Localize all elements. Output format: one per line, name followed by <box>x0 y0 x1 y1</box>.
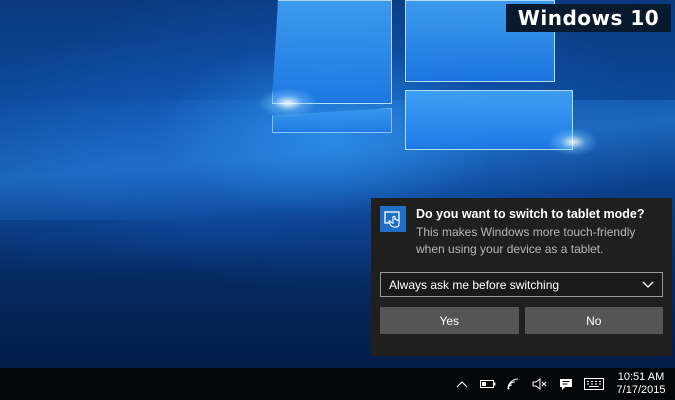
dropdown-selected-value: Always ask me before switching <box>389 277 560 292</box>
system-tray: 10:51 AM 7/17/2015 <box>449 368 669 400</box>
tablet-mode-icon <box>380 206 406 232</box>
taskbar: 10:51 AM 7/17/2015 <box>0 368 675 400</box>
clock[interactable]: 10:51 AM 7/17/2015 <box>613 371 669 397</box>
volume-muted-icon[interactable] <box>527 368 553 400</box>
yes-button[interactable]: Yes <box>380 307 519 334</box>
notification-title: Do you want to switch to tablet mode? <box>416 207 645 221</box>
wallpaper-glow <box>548 128 598 156</box>
no-button[interactable]: No <box>524 307 663 334</box>
switch-behavior-dropdown[interactable]: Always ask me before switching <box>380 272 663 297</box>
chevron-down-icon <box>642 278 654 292</box>
notification-header: Do you want to switch to tablet mode? Th… <box>380 206 663 258</box>
windows-10-watermark: Windows 10 <box>506 4 671 32</box>
clock-date: 7/17/2015 <box>616 384 666 396</box>
battery-icon[interactable] <box>475 368 501 400</box>
notification-body: This makes Windows more touch-friendly w… <box>416 225 636 256</box>
keyboard-icon[interactable] <box>579 368 609 400</box>
clock-time: 10:51 AM <box>617 371 665 383</box>
action-center-icon[interactable] <box>553 368 579 400</box>
chevron-up-icon[interactable] <box>449 368 475 400</box>
tablet-mode-notification: Do you want to switch to tablet mode? Th… <box>371 198 672 356</box>
notification-buttons: Yes No <box>380 307 663 334</box>
wifi-icon[interactable] <box>501 368 527 400</box>
wallpaper-glow <box>258 88 318 118</box>
